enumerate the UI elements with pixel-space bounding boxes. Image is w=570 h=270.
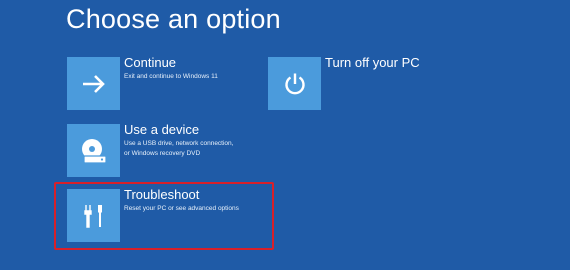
arrow-right-icon <box>82 74 105 93</box>
continue-option[interactable]: Continue Exit and continue to Windows 11 <box>67 55 267 110</box>
use-device-tile[interactable] <box>67 124 120 177</box>
turn-off-label: Turn off your PC <box>325 55 420 70</box>
turn-off-tile[interactable] <box>268 57 321 110</box>
page-title: Choose an option <box>66 4 281 34</box>
disc-drive-icon <box>81 138 107 164</box>
use-device-option[interactable]: Use a device Use a USB drive, network co… <box>67 122 267 177</box>
power-icon <box>284 73 305 94</box>
use-device-description: Use a USB drive, network connection, or … <box>124 140 234 157</box>
continue-tile[interactable] <box>67 57 120 110</box>
continue-description: Exit and continue to Windows 11 <box>124 73 218 80</box>
use-device-label: Use a device <box>124 122 200 137</box>
turn-off-option[interactable]: Turn off your PC <box>268 55 428 110</box>
highlight-outline <box>54 182 274 250</box>
continue-label: Continue <box>124 55 177 70</box>
